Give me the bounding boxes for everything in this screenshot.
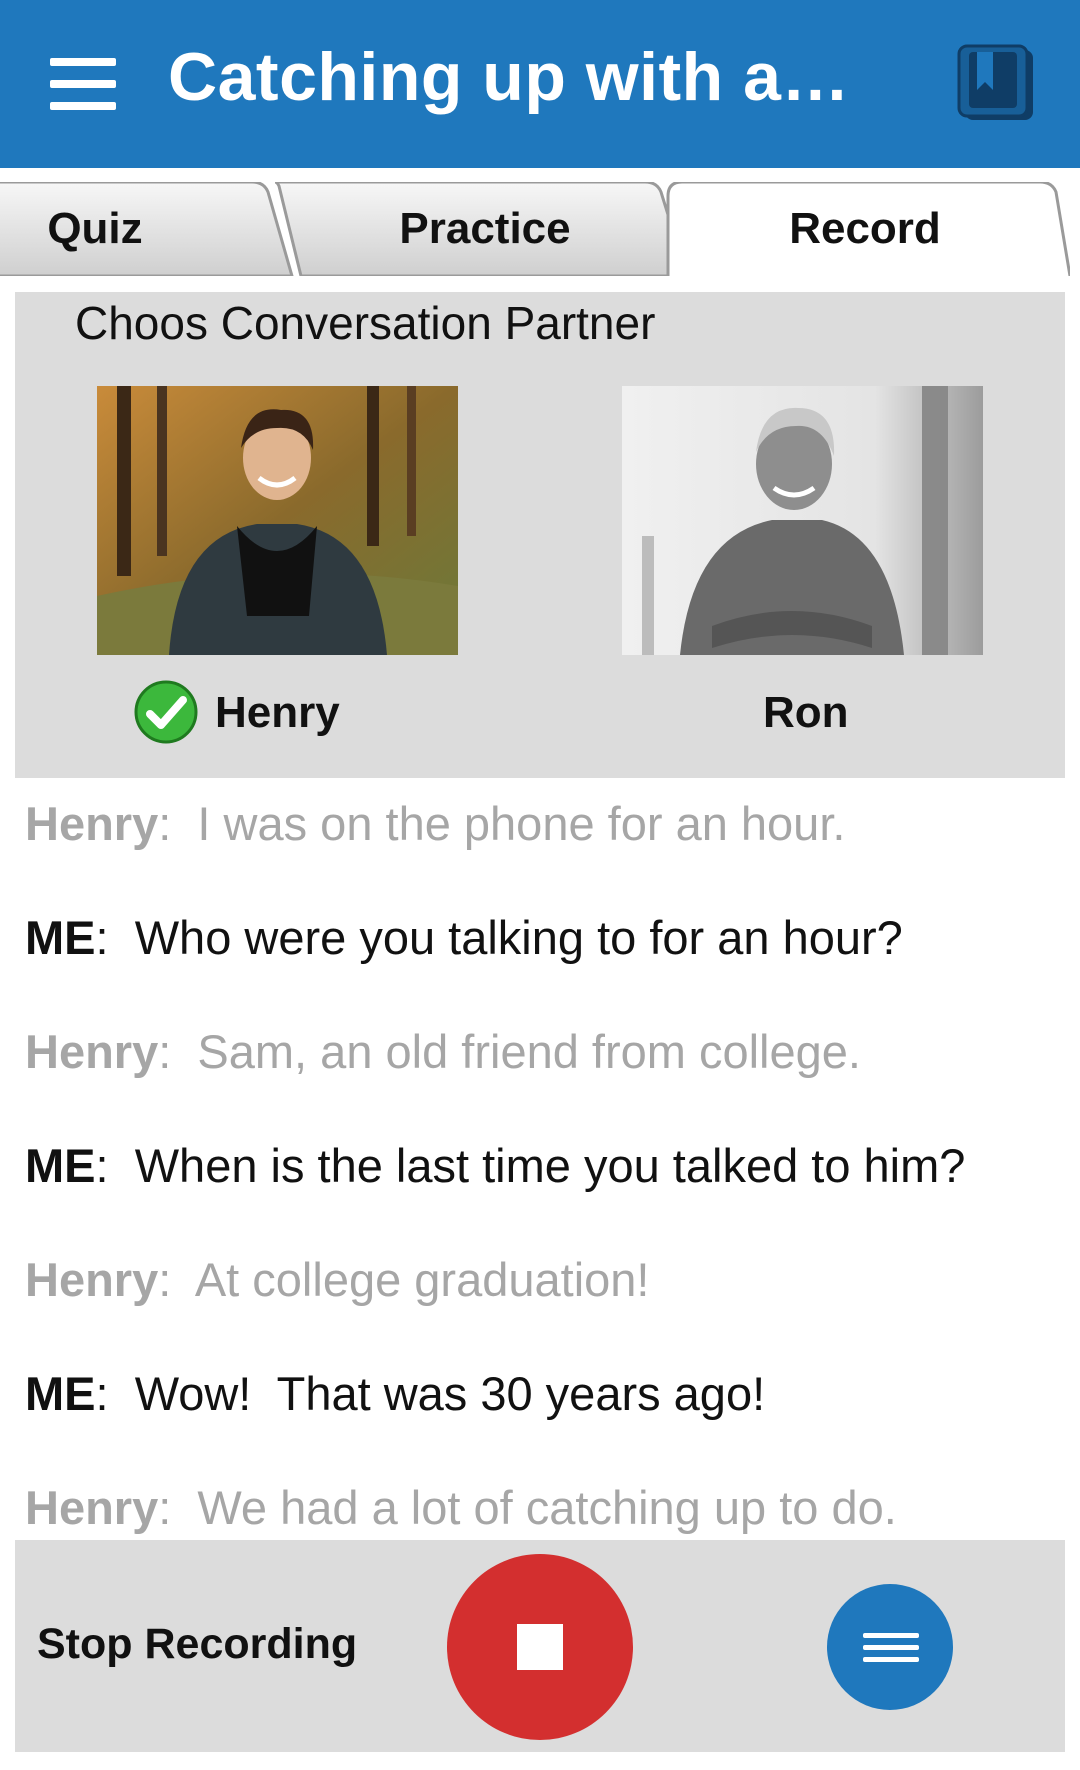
tab-bar: Quiz Practice Record — [0, 168, 1080, 276]
hamburger-menu-icon[interactable] — [50, 56, 116, 112]
tab-practice[interactable]: Practice — [275, 182, 695, 276]
app-bar: Catching up with a… — [0, 0, 1080, 168]
transcript-line: Henry: I was on the phone for an hour. — [25, 796, 845, 851]
page-title: Catching up with a… — [168, 39, 850, 115]
partner-heading: Choos Conversation Partner — [75, 297, 656, 349]
book-icon[interactable] — [955, 44, 1037, 124]
separator: : — [158, 797, 172, 850]
henry-photo[interactable] — [97, 386, 458, 655]
transcript-line: ME: Who were you talking to for an hour? — [25, 910, 903, 965]
menu-icon[interactable] — [827, 1584, 953, 1710]
line-text: Who were you talking to for an hour? — [134, 911, 903, 964]
partner-name-henry[interactable]: Henry — [215, 688, 340, 738]
transcript-line: Henry: We had a lot of catching up to do… — [25, 1480, 897, 1535]
tab-practice-label: Practice — [399, 204, 571, 253]
separator: : — [95, 1367, 109, 1420]
separator: : — [95, 911, 109, 964]
line-text: When is the last time you talked to him? — [134, 1139, 966, 1192]
line-text: At college graduation! — [194, 1253, 650, 1306]
stop-icon — [517, 1624, 563, 1670]
separator: : — [158, 1253, 172, 1306]
speaker-name: ME — [25, 1367, 96, 1420]
speaker-name: Henry — [25, 1481, 159, 1534]
line-text: We had a lot of catching up to do. — [197, 1481, 897, 1534]
recording-controls: Stop Recording — [15, 1540, 1065, 1752]
line-text: Sam, an old friend from college. — [197, 1025, 861, 1078]
transcript-line: Henry: Sam, an old friend from college. — [25, 1024, 861, 1079]
speaker-name: Henry — [25, 1025, 159, 1078]
transcript-line: Henry: At college graduation! — [25, 1252, 649, 1307]
separator: : — [158, 1481, 172, 1534]
stop-recording-label: Stop Recording — [37, 1620, 358, 1668]
line-text: I was on the phone for an hour. — [197, 797, 846, 850]
partner-panel: Choos Conversation Partner Henry Ron — [15, 292, 1065, 778]
separator: : — [95, 1139, 109, 1192]
tab-quiz[interactable]: Quiz — [0, 182, 300, 276]
tab-record[interactable]: Record — [660, 182, 1070, 276]
line-text: Wow! That was 30 years ago! — [134, 1367, 766, 1420]
speaker-name: Henry — [25, 1253, 159, 1306]
separator: : — [158, 1025, 172, 1078]
partner-name-ron[interactable]: Ron — [763, 688, 849, 738]
ron-photo[interactable] — [622, 386, 983, 655]
stop-recording-button[interactable] — [447, 1554, 633, 1740]
tab-quiz-label: Quiz — [47, 204, 143, 253]
speaker-name: Henry — [25, 797, 159, 850]
speaker-name: ME — [25, 911, 96, 964]
speaker-name: ME — [25, 1139, 96, 1192]
transcript-line: ME: Wow! That was 30 years ago! — [25, 1366, 765, 1421]
check-icon — [134, 680, 198, 744]
tab-record-label: Record — [789, 204, 941, 253]
transcript-line: ME: When is the last time you talked to … — [25, 1138, 965, 1193]
